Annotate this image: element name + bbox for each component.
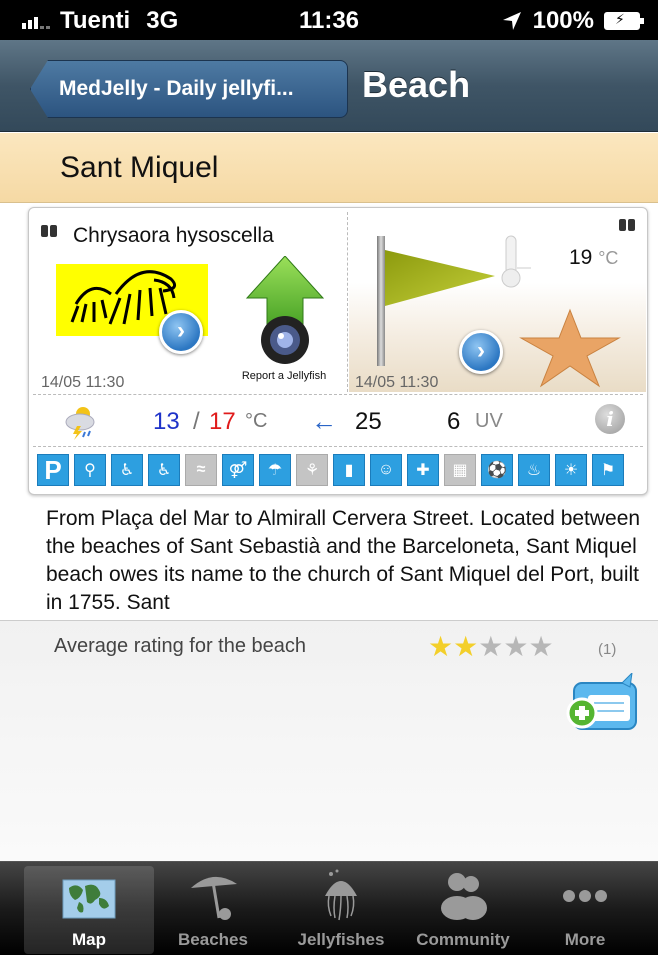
tab-label: Map (72, 930, 106, 949)
report-jellyfish-label: Report a Jellyfish (241, 370, 327, 382)
tab-label: More (564, 930, 606, 949)
star-icon[interactable]: ★ (503, 633, 528, 661)
temp-unit: °C (245, 410, 268, 432)
jellyfish-icon (325, 869, 357, 921)
lifeguard-icon[interactable]: ✚ (407, 454, 439, 486)
star-icon[interactable]: ★ (528, 633, 553, 661)
jellyfish-species: Chrysaora hysoscella (73, 224, 274, 247)
jellyfish-timestamp: 14/05 11:30 (41, 374, 125, 391)
starfish-icon (519, 308, 621, 388)
rating-section: Average rating for the beach ★ ★ ★ ★ ★ (1) (0, 621, 658, 861)
tab-community[interactable]: Community (398, 862, 528, 955)
report-jellyfish-button[interactable] (245, 256, 325, 366)
panel-divider (347, 212, 348, 392)
binoculars-icon (41, 222, 57, 238)
hammock-icon[interactable]: ☀ (555, 454, 587, 486)
wind-direction-icon: ← (311, 406, 337, 436)
forecast-row: 13 / 17 °C ← 25 6 UV i (29, 396, 647, 446)
temp-max: 17 (209, 408, 236, 435)
battery-percent: 100% (532, 7, 594, 34)
lockers-icon[interactable]: ▦ (444, 454, 476, 486)
star-icon[interactable]: ★ (428, 633, 453, 661)
parking-icon[interactable]: P (37, 454, 69, 486)
star-icon[interactable]: ★ (453, 633, 478, 661)
beach-services: P ⚲ ♿ ♿ ≈ ⚤ ☂ ⚘ ▮ ☺ ✚ ▦ ⚽ ♨ ☀ ⚑ (37, 454, 624, 486)
beach-name: Sant Miquel (60, 151, 219, 184)
tab-bar: Map Beaches Jellyfishes Community More (0, 861, 658, 955)
thermometer-icon (501, 235, 531, 288)
tab-map[interactable]: Map (24, 866, 154, 954)
jellyfish-detail-button[interactable]: › (159, 310, 203, 354)
star-icon[interactable]: ★ (478, 633, 503, 661)
tab-label: Community (416, 930, 510, 949)
pool-icon[interactable]: ≈ (185, 454, 217, 486)
temp-separator: / (193, 408, 200, 435)
wind-speed: 25 (355, 408, 382, 435)
conditions-timestamp: 14/05 11:30 (355, 374, 439, 391)
tab-label: Jellyfishes (297, 930, 385, 949)
beach-description: From Plaça del Mar to Almirall Cervera S… (46, 507, 641, 614)
beach-header: Sant Miquel (0, 133, 658, 203)
add-comment-button[interactable] (562, 673, 638, 741)
binoculars-icon (619, 216, 635, 232)
card-divider (33, 394, 643, 395)
rating-count: (1) (598, 641, 617, 658)
water-temperature-unit: °C (598, 248, 619, 268)
navigation-bar: MedJelly - Daily jellyfi... Beach (0, 40, 658, 132)
page-title: Beach (362, 64, 471, 105)
restaurant-icon[interactable]: ♨ (518, 454, 550, 486)
uv-index: 6 (447, 408, 461, 435)
tab-jellyfishes[interactable]: Jellyfishes (276, 862, 406, 955)
water-temperature: 19 °C (569, 246, 618, 270)
sports-icon[interactable]: ⚽ (481, 454, 513, 486)
tab-beaches[interactable]: Beaches (148, 862, 278, 955)
conditions-detail-button[interactable]: › (459, 330, 503, 374)
beach-info-card: Chrysaora hysoscella › Report a Jellyfis… (28, 207, 648, 495)
shower-icon[interactable]: ☂ (259, 454, 291, 486)
tab-more[interactable]: More (520, 862, 650, 955)
uv-unit: UV (475, 410, 503, 432)
battery-icon: ⚡ (604, 11, 644, 30)
location-arrow-icon (502, 12, 521, 30)
card-divider (33, 446, 643, 447)
rating-stars[interactable]: ★ ★ ★ ★ ★ (428, 633, 554, 661)
tab-label: Beaches (178, 930, 248, 949)
world-map-icon (62, 879, 116, 919)
wheelchair-icon[interactable]: ♿ (111, 454, 143, 486)
bike-icon[interactable]: ⚲ (74, 454, 106, 486)
rating-label: Average rating for the beach (54, 635, 307, 657)
accessible-bath-icon[interactable]: ♿ (148, 454, 180, 486)
lost-child-icon[interactable]: ☺ (370, 454, 402, 486)
status-right: 100% ⚡ (501, 7, 644, 35)
beach-umbrella-icon (191, 876, 237, 920)
people-icon (441, 873, 487, 920)
more-dots-icon (563, 890, 607, 902)
toilets-icon[interactable]: ⚤ (222, 454, 254, 486)
info-icon[interactable]: i (595, 404, 625, 434)
info-point-icon[interactable]: ⚑ (592, 454, 624, 486)
tap-icon[interactable]: ⚘ (296, 454, 328, 486)
water-temperature-value: 19 (569, 246, 593, 269)
bin-icon[interactable]: ▮ (333, 454, 365, 486)
status-bar: Tuenti 3G 11:36 100% ⚡ (0, 0, 658, 40)
storm-cloud-icon (65, 407, 95, 440)
back-button[interactable]: MedJelly - Daily jellyfi... (30, 60, 348, 118)
temp-min: 13 (153, 408, 180, 435)
